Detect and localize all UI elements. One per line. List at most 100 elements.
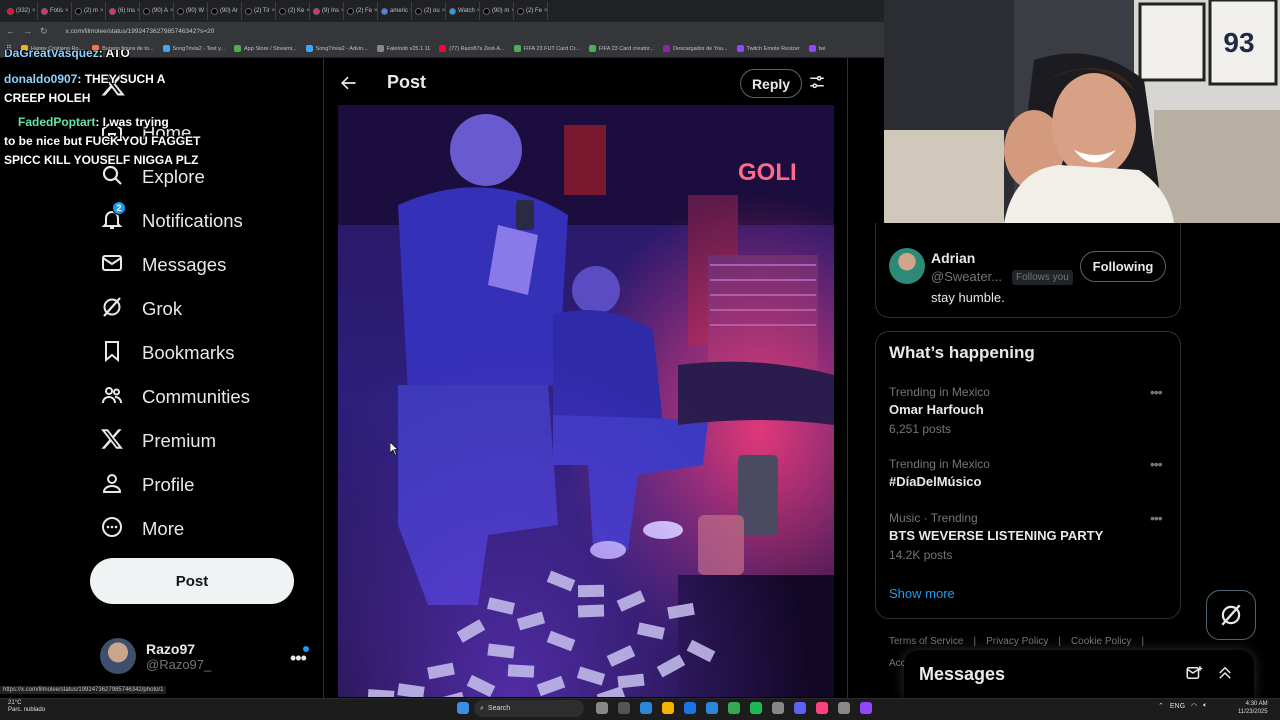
browser-tab[interactable]: (2) Fe × [514,2,548,20]
browser-tab[interactable]: (2) ou × [412,2,446,20]
browser-tab[interactable]: (90) A × [140,2,174,20]
bookmark-item[interactable]: FIFA 23 Card creator... [588,45,654,52]
user-name[interactable]: Adrian [931,250,975,266]
trend-name[interactable]: BTS WEVERSE LISTENING PARTY [889,528,1103,543]
bookmark-item[interactable]: FIFA 23 FUT Card Cr... [513,45,580,52]
footer-link[interactable]: Privacy Policy [986,636,1048,647]
taskbar-search[interactable]: ⌕ Search [474,700,584,717]
sidebar-item-more[interactable]: More [100,514,184,544]
close-icon[interactable]: × [32,8,36,14]
sidebar-item-notifications[interactable]: 2 Notifications [100,200,243,236]
reload-icon[interactable]: ↻ [40,26,48,37]
messages-drawer-title: Messages [919,663,1006,684]
tab-favicon-icon [245,7,252,15]
close-icon[interactable]: × [100,8,104,14]
browser-tab[interactable]: (90) m× [480,2,514,20]
footer-link[interactable]: Terms of Service [889,636,963,647]
post-photo[interactable]: GOLI [338,105,834,697]
bookmark-item[interactable]: App Store / Streami... [234,45,297,52]
taskbar-app-icon[interactable] [860,702,872,714]
chevron-up-icon[interactable]: ⌃ [1158,702,1164,710]
mouse-cursor [389,441,399,456]
club-scene-image: GOLI [338,105,834,697]
browser-tab[interactable]: Watch × [446,2,480,20]
bookmark-item[interactable]: Twitch Emote Resizer [736,45,800,52]
sliders-icon[interactable] [808,73,828,93]
taskbar-app-icon[interactable] [816,702,828,714]
close-icon[interactable]: × [374,8,377,14]
language-indicator[interactable]: ENG [1170,703,1185,710]
sidebar-item-grok[interactable]: Grok [100,294,182,324]
bookmark-item[interactable]: SongTrivia2 - Test y... [162,45,225,52]
sidebar-item-communities[interactable]: Communities [100,382,250,412]
taskbar-app-icon[interactable] [618,702,630,714]
trend-more-icon[interactable]: ••• [1150,510,1163,526]
bookmark-favicon-icon [234,45,241,52]
close-icon[interactable]: × [65,8,69,14]
reply-button[interactable]: Reply [740,69,802,98]
tab-label: (332) [16,8,31,14]
bookmark-item[interactable]: SongTrivia2 - Advin... [305,45,368,52]
back-arrow-icon[interactable]: ← [6,26,15,36]
taskbar-app-icon[interactable] [596,702,608,714]
user-handle: @Sweater... [931,269,1003,284]
browser-tab[interactable]: (90) W× [174,2,208,20]
close-icon[interactable]: × [442,8,445,14]
taskbar-app-icon[interactable] [838,702,850,714]
browser-tab[interactable]: (332) × [4,2,38,20]
volume-icon[interactable]: 🔈︎ [1203,702,1207,710]
bookmark-item[interactable]: twi [808,45,825,52]
wifi-icon[interactable]: ◠ [1191,702,1197,710]
back-arrow-icon[interactable] [338,73,358,93]
trend-name[interactable]: Omar Harfouch [889,402,984,417]
browser-tab[interactable]: (90) Ar× [208,2,242,20]
bookmark-favicon-icon [439,45,447,52]
browser-tab[interactable]: americ× [378,2,412,20]
taskbar-clock[interactable]: 4:30 AM 11/23/2025 [1238,700,1268,716]
bookmark-item[interactable]: Descargador de You... [663,45,728,52]
bookmark-item[interactable]: (77) Razo87s Zest-A... [439,45,505,52]
sidebar-item-premium[interactable]: Premium [100,426,216,456]
trend-more-icon[interactable]: ••• [1150,456,1163,472]
bookmark-item[interactable]: Faletoob v25.1.11 [376,45,430,52]
taskbar-app-icon[interactable] [662,702,674,714]
close-icon[interactable]: × [272,8,275,14]
browser-tab[interactable]: (9) Ins× [310,2,344,20]
following-button[interactable]: Following [1080,251,1166,282]
taskbar-app-icon[interactable] [706,702,718,714]
taskbar-app-icon[interactable] [772,702,784,714]
browser-tab[interactable]: (6) Ins× [106,2,140,20]
browser-tab[interactable]: (2) m × [72,2,106,20]
taskbar-app-icon[interactable] [728,702,740,714]
browser-tab[interactable]: (2) Tir × [242,2,276,20]
close-icon[interactable]: × [544,8,547,14]
taskbar-app-icon[interactable] [750,702,762,714]
taskbar-app-icon[interactable] [794,702,806,714]
post-button[interactable]: Post [90,558,294,604]
grok-button[interactable] [1206,590,1256,640]
browser-tab[interactable]: (2) Ke × [276,2,310,20]
weather-widget[interactable]: 21°C Parc. nublado [8,700,45,714]
windows-start-icon[interactable] [457,702,469,714]
avatar[interactable] [889,248,925,284]
bookmark-favicon-icon [376,45,384,52]
grok-icon [1221,604,1241,626]
trend-name[interactable]: #DíaDelMúsico [889,474,981,489]
sidebar-item-profile[interactable]: Profile [100,470,194,500]
browser-tab[interactable]: (2) Fe × [344,2,378,20]
sidebar-item-bookmarks[interactable]: Bookmarks [100,338,235,368]
url-field[interactable]: x.com/lilmolee/status/199247362798574634… [66,28,215,35]
bookmarks-bar: ⠿ Happy Cristiano Ro... Burago figura de … [0,40,884,58]
browser-tab[interactable]: Fotis × [38,2,72,20]
footer-link[interactable]: Cookie Policy [1071,636,1132,647]
taskbar-app-icon[interactable] [640,702,652,714]
new-message-icon[interactable] [1185,664,1203,682]
expand-up-icon[interactable] [1216,664,1234,682]
account-switcher[interactable]: Razo97 @Razo97_ [100,638,211,674]
show-more-link[interactable]: Show more [889,586,955,601]
sidebar-item-messages[interactable]: Messages [100,250,226,280]
close-icon[interactable]: × [170,8,173,14]
trend-more-icon[interactable]: ••• [1150,384,1163,400]
forward-arrow-icon[interactable]: → [23,26,32,36]
taskbar-app-icon[interactable] [684,702,696,714]
